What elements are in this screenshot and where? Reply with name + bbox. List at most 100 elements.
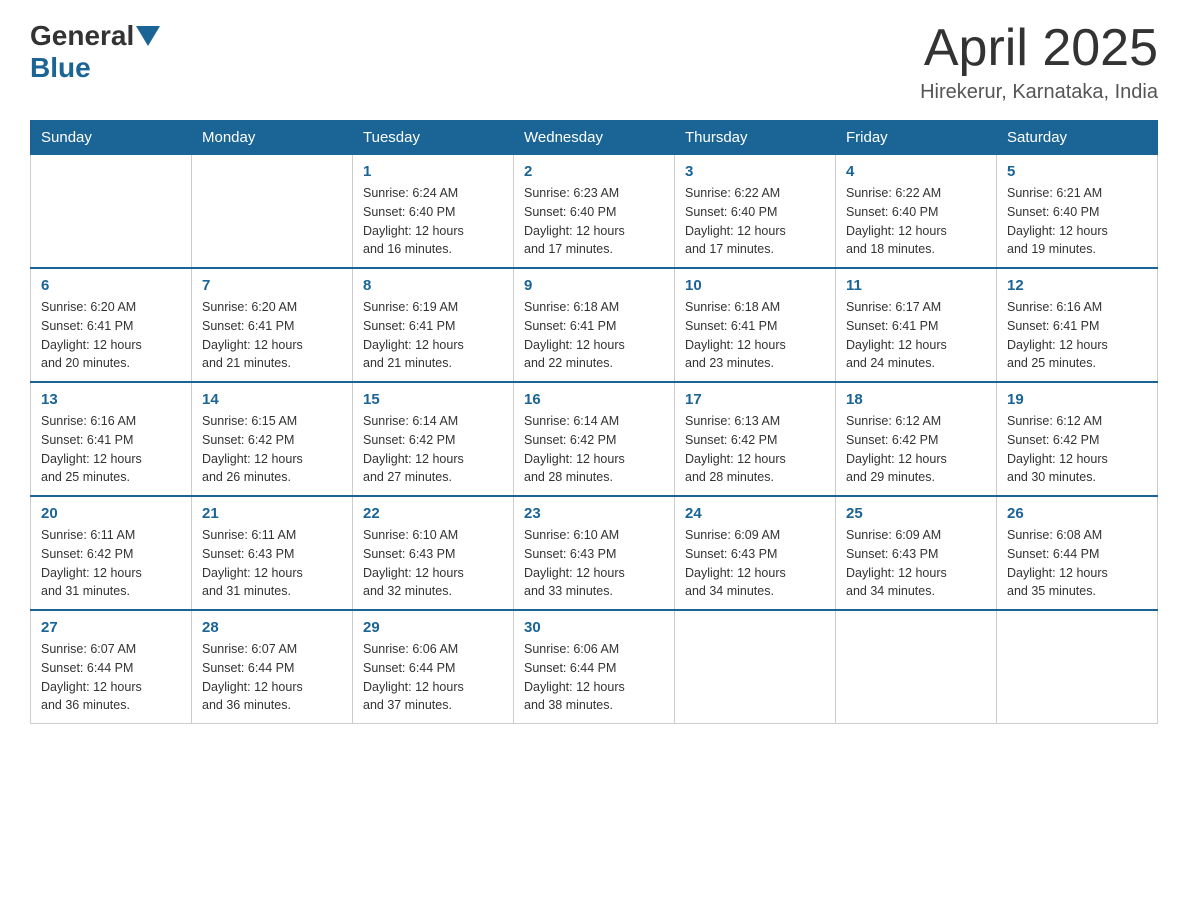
day-number: 4	[846, 163, 986, 180]
day-info: Sunrise: 6:10 AMSunset: 6:43 PMDaylight:…	[363, 526, 503, 601]
day-number: 6	[41, 277, 181, 294]
calendar-cell: 6Sunrise: 6:20 AMSunset: 6:41 PMDaylight…	[31, 268, 192, 382]
calendar-cell	[836, 610, 997, 724]
day-number: 7	[202, 277, 342, 294]
day-info: Sunrise: 6:16 AMSunset: 6:41 PMDaylight:…	[41, 412, 181, 487]
title-area: April 2025 Hirekerur, Karnataka, India	[920, 20, 1158, 104]
day-info: Sunrise: 6:18 AMSunset: 6:41 PMDaylight:…	[685, 298, 825, 373]
calendar-cell	[192, 155, 353, 269]
day-info: Sunrise: 6:12 AMSunset: 6:42 PMDaylight:…	[1007, 412, 1147, 487]
logo-blue-text: Blue	[30, 52, 91, 84]
day-number: 24	[685, 505, 825, 522]
day-number: 19	[1007, 391, 1147, 408]
day-info: Sunrise: 6:14 AMSunset: 6:42 PMDaylight:…	[363, 412, 503, 487]
day-info: Sunrise: 6:24 AMSunset: 6:40 PMDaylight:…	[363, 184, 503, 259]
calendar-cell: 17 Sunrise: 6:13 AMSunset: 6:42 PMDayligh…	[675, 382, 836, 496]
day-number: 2	[524, 163, 664, 180]
month-title: April 2025	[920, 20, 1158, 77]
weekday-header-row: SundayMondayTuesdayWednesdayThursdayFrid…	[31, 121, 1158, 155]
day-info: Sunrise: 6:06 AMSunset: 6:44 PMDaylight:…	[524, 640, 664, 715]
day-number: 8	[363, 277, 503, 294]
calendar-table: SundayMondayTuesdayWednesdayThursdayFrid…	[30, 120, 1158, 724]
day-number: 20	[41, 505, 181, 522]
calendar-cell: 2 Sunrise: 6:23 AMSunset: 6:40 PMDaylight…	[514, 155, 675, 269]
calendar-cell: 11 Sunrise: 6:17 AMSunset: 6:41 PMDayligh…	[836, 268, 997, 382]
day-info: Sunrise: 6:08 AMSunset: 6:44 PMDaylight:…	[1007, 526, 1147, 601]
weekday-header-sunday: Sunday	[31, 121, 192, 155]
day-info: Sunrise: 6:07 AMSunset: 6:44 PMDaylight:…	[41, 640, 181, 715]
day-info: Sunrise: 6:10 AMSunset: 6:43 PMDaylight:…	[524, 526, 664, 601]
day-info: Sunrise: 6:22 AMSunset: 6:40 PMDaylight:…	[685, 184, 825, 259]
day-number: 21	[202, 505, 342, 522]
calendar-week-row: 1Sunrise: 6:24 AMSunset: 6:40 PMDaylight…	[31, 155, 1158, 269]
calendar-cell: 29 Sunrise: 6:06 AMSunset: 6:44 PMDayligh…	[353, 610, 514, 724]
calendar-cell	[31, 155, 192, 269]
calendar-cell: 21 Sunrise: 6:11 AMSunset: 6:43 PMDayligh…	[192, 496, 353, 610]
day-info: Sunrise: 6:20 AMSunset: 6:41 PMDaylight:…	[202, 298, 342, 373]
calendar-cell: 13 Sunrise: 6:16 AMSunset: 6:41 PMDayligh…	[31, 382, 192, 496]
day-info: Sunrise: 6:11 AMSunset: 6:42 PMDaylight:…	[41, 526, 181, 601]
day-info: Sunrise: 6:17 AMSunset: 6:41 PMDaylight:…	[846, 298, 986, 373]
calendar-header: SundayMondayTuesdayWednesdayThursdayFrid…	[31, 121, 1158, 155]
calendar-cell	[997, 610, 1158, 724]
day-number: 9	[524, 277, 664, 294]
calendar-cell: 3 Sunrise: 6:22 AMSunset: 6:40 PMDaylight…	[675, 155, 836, 269]
day-info: Sunrise: 6:07 AMSunset: 6:44 PMDaylight:…	[202, 640, 342, 715]
calendar-cell: 4 Sunrise: 6:22 AMSunset: 6:40 PMDaylight…	[836, 155, 997, 269]
day-info: Sunrise: 6:11 AMSunset: 6:43 PMDaylight:…	[202, 526, 342, 601]
logo: General Blue	[30, 20, 162, 84]
day-info: Sunrise: 6:15 AMSunset: 6:42 PMDaylight:…	[202, 412, 342, 487]
calendar-cell: 19 Sunrise: 6:12 AMSunset: 6:42 PMDayligh…	[997, 382, 1158, 496]
day-info: Sunrise: 6:09 AMSunset: 6:43 PMDaylight:…	[685, 526, 825, 601]
page-header: General Blue April 2025 Hirekerur, Karna…	[30, 20, 1158, 104]
day-number: 10	[685, 277, 825, 294]
weekday-header-wednesday: Wednesday	[514, 121, 675, 155]
day-number: 23	[524, 505, 664, 522]
day-info: Sunrise: 6:23 AMSunset: 6:40 PMDaylight:…	[524, 184, 664, 259]
day-number: 27	[41, 619, 181, 636]
day-number: 15	[363, 391, 503, 408]
day-number: 3	[685, 163, 825, 180]
day-number: 16	[524, 391, 664, 408]
logo-text: General	[30, 20, 162, 52]
day-number: 28	[202, 619, 342, 636]
calendar-cell	[675, 610, 836, 724]
calendar-cell: 30 Sunrise: 6:06 AMSunset: 6:44 PMDayligh…	[514, 610, 675, 724]
day-info: Sunrise: 6:22 AMSunset: 6:40 PMDaylight:…	[846, 184, 986, 259]
day-number: 13	[41, 391, 181, 408]
day-info: Sunrise: 6:06 AMSunset: 6:44 PMDaylight:…	[363, 640, 503, 715]
day-number: 17	[685, 391, 825, 408]
calendar-cell: 16 Sunrise: 6:14 AMSunset: 6:42 PMDayligh…	[514, 382, 675, 496]
calendar-cell: 20 Sunrise: 6:11 AMSunset: 6:42 PMDayligh…	[31, 496, 192, 610]
calendar-cell: 28 Sunrise: 6:07 AMSunset: 6:44 PMDayligh…	[192, 610, 353, 724]
day-number: 26	[1007, 505, 1147, 522]
day-number: 12	[1007, 277, 1147, 294]
calendar-week-row: 20 Sunrise: 6:11 AMSunset: 6:42 PMDayligh…	[31, 496, 1158, 610]
day-number: 29	[363, 619, 503, 636]
calendar-cell: 24 Sunrise: 6:09 AMSunset: 6:43 PMDayligh…	[675, 496, 836, 610]
day-info: Sunrise: 6:13 AMSunset: 6:42 PMDaylight:…	[685, 412, 825, 487]
day-number: 5	[1007, 163, 1147, 180]
calendar-cell: 14Sunrise: 6:15 AMSunset: 6:42 PMDayligh…	[192, 382, 353, 496]
day-info: Sunrise: 6:19 AMSunset: 6:41 PMDaylight:…	[363, 298, 503, 373]
weekday-header-saturday: Saturday	[997, 121, 1158, 155]
day-number: 11	[846, 277, 986, 294]
calendar-cell: 15 Sunrise: 6:14 AMSunset: 6:42 PMDayligh…	[353, 382, 514, 496]
weekday-header-tuesday: Tuesday	[353, 121, 514, 155]
day-info: Sunrise: 6:12 AMSunset: 6:42 PMDaylight:…	[846, 412, 986, 487]
calendar-cell: 5Sunrise: 6:21 AMSunset: 6:40 PMDaylight…	[997, 155, 1158, 269]
calendar-cell: 26 Sunrise: 6:08 AMSunset: 6:44 PMDayligh…	[997, 496, 1158, 610]
calendar-cell: 27 Sunrise: 6:07 AMSunset: 6:44 PMDayligh…	[31, 610, 192, 724]
calendar-cell: 23 Sunrise: 6:10 AMSunset: 6:43 PMDayligh…	[514, 496, 675, 610]
calendar-week-row: 13 Sunrise: 6:16 AMSunset: 6:41 PMDayligh…	[31, 382, 1158, 496]
calendar-cell: 1Sunrise: 6:24 AMSunset: 6:40 PMDaylight…	[353, 155, 514, 269]
day-number: 30	[524, 619, 664, 636]
location-title: Hirekerur, Karnataka, India	[920, 81, 1158, 104]
day-info: Sunrise: 6:14 AMSunset: 6:42 PMDaylight:…	[524, 412, 664, 487]
calendar-cell: 9Sunrise: 6:18 AMSunset: 6:41 PMDaylight…	[514, 268, 675, 382]
calendar-week-row: 6 Sunrise: 6:20 AMSunset: 6:41 PMDaylight…	[31, 268, 1158, 382]
calendar-cell: 10 Sunrise: 6:18 AMSunset: 6:41 PMDayligh…	[675, 268, 836, 382]
calendar-week-row: 27 Sunrise: 6:07 AMSunset: 6:44 PMDayligh…	[31, 610, 1158, 724]
calendar-cell: 22Sunrise: 6:10 AMSunset: 6:43 PMDayligh…	[353, 496, 514, 610]
calendar-cell: 12Sunrise: 6:16 AMSunset: 6:41 PMDayligh…	[997, 268, 1158, 382]
